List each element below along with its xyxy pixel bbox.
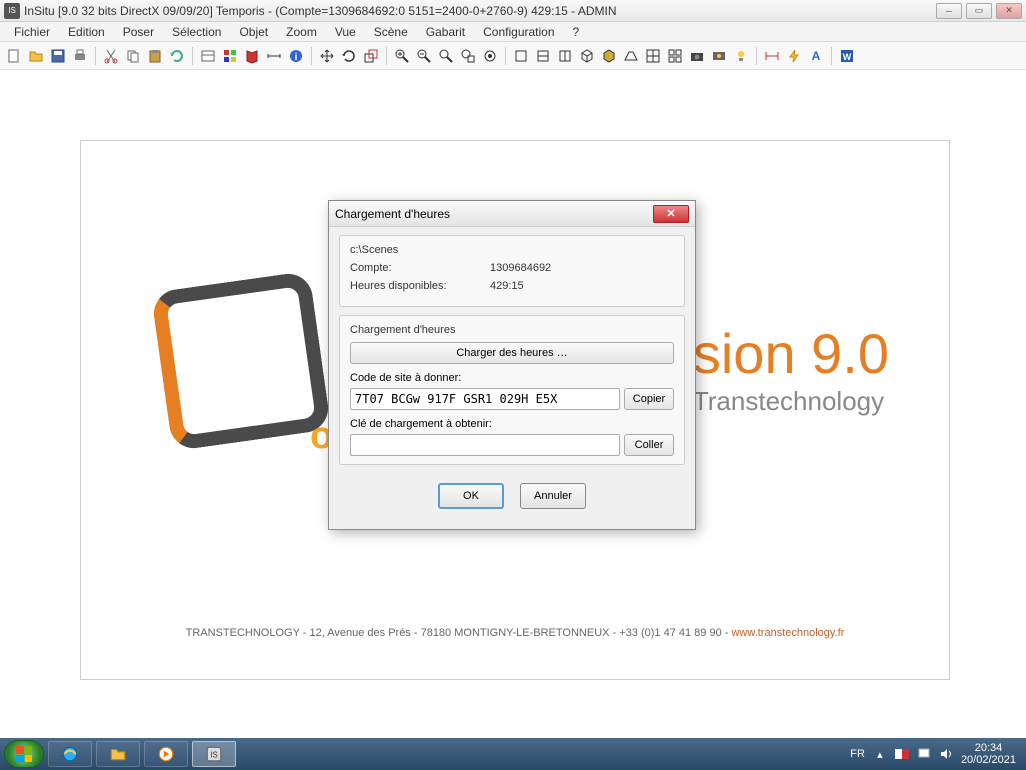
app-icon: IS [4,3,20,19]
tray-flag-icon[interactable] [895,747,909,761]
color-icon[interactable] [220,46,240,66]
clock-time: 20:34 [961,742,1016,754]
light-icon[interactable] [731,46,751,66]
close-button[interactable]: ✕ [996,3,1022,19]
print-icon[interactable] [70,46,90,66]
company-text: Transtechnology [693,386,889,417]
svg-text:IS: IS [210,750,217,759]
flash-icon[interactable] [784,46,804,66]
book-icon[interactable] [242,46,262,66]
taskbar: IS FR ▴ 20:34 20/02/2021 [0,738,1026,770]
compte-value: 1309684692 [490,262,674,274]
code-label: Code de site à donner: [350,372,674,384]
menu-selection[interactable]: Sélection [164,23,229,41]
zoom-all-icon[interactable] [480,46,500,66]
zoom-window-icon[interactable] [458,46,478,66]
cle-label: Clé de chargement à obtenir: [350,418,674,430]
dialog-titlebar[interactable]: Chargement d'heures ✕ [329,201,695,227]
open-icon[interactable] [26,46,46,66]
toolbar: i A W [0,42,1026,70]
version-text: sion 9.0 [693,321,889,386]
taskbar-insitu[interactable]: IS [192,741,236,767]
scale-icon[interactable] [361,46,381,66]
menubar: Fichier Edition Poser Sélection Objet Zo… [0,22,1026,42]
save-icon[interactable] [48,46,68,66]
heures-value: 429:15 [490,280,674,292]
lang-indicator[interactable]: FR [850,748,865,760]
maximize-button[interactable]: ▭ [966,3,992,19]
clock[interactable]: 20:34 20/02/2021 [961,742,1016,766]
minimize-button[interactable]: ─ [936,3,962,19]
taskbar-explorer[interactable] [96,741,140,767]
splash-footer: TRANSTECHNOLOGY - 12, Avenue des Prés - … [81,627,949,639]
code-input[interactable] [350,388,620,410]
menu-scene[interactable]: Scène [366,23,416,41]
heures-label: Heures disponibles: [350,280,490,292]
dialog-chargement: Chargement d'heures ✕ c:\Scenes Compte: … [328,200,696,530]
coller-button[interactable]: Coller [624,434,674,456]
svg-text:i: i [295,52,298,63]
camera-icon[interactable] [687,46,707,66]
start-button[interactable] [4,740,44,768]
svg-text:A: A [812,49,821,63]
logo-shape [161,281,321,441]
footer-text: TRANSTECHNOLOGY - 12, Avenue des Prés - … [186,627,732,639]
new-icon[interactable] [4,46,24,66]
taskbar-ie[interactable] [48,741,92,767]
measure-icon[interactable] [264,46,284,66]
view-wire-icon[interactable] [665,46,685,66]
window-title: InSitu [9.0 32 bits DirectX 09/09/20] Te… [24,4,936,18]
menu-gabarit[interactable]: Gabarit [418,23,473,41]
menu-fichier[interactable]: Fichier [6,23,58,41]
svg-text:W: W [843,52,852,62]
clock-date: 20/02/2021 [961,754,1016,766]
view-side-icon[interactable] [555,46,575,66]
zoom-out-icon[interactable] [414,46,434,66]
view-front-icon[interactable] [533,46,553,66]
zoom-in-icon[interactable] [392,46,412,66]
render-icon[interactable] [709,46,729,66]
menu-edition[interactable]: Edition [60,23,113,41]
menu-configuration[interactable]: Configuration [475,23,562,41]
dialog-title: Chargement d'heures [335,207,653,221]
tray-action-center-icon[interactable] [917,747,931,761]
word-icon[interactable]: W [837,46,857,66]
compte-label: Compte: [350,262,490,274]
info-icon[interactable]: i [286,46,306,66]
titlebar: IS InSitu [9.0 32 bits DirectX 09/09/20]… [0,0,1026,22]
paste-icon[interactable] [145,46,165,66]
view-split-icon[interactable] [643,46,663,66]
menu-objet[interactable]: Objet [231,23,276,41]
content-area: InSi L'ESPACE MAÎTRIS sion 9.0 Transtech… [0,70,1026,738]
move-icon[interactable] [317,46,337,66]
undo-icon[interactable] [167,46,187,66]
path-label: c:\Scenes [350,244,490,256]
menu-help[interactable]: ? [565,23,588,41]
tray-show-hidden-icon[interactable]: ▴ [873,747,887,761]
view-3d-icon[interactable] [577,46,597,66]
menu-poser[interactable]: Poser [115,23,162,41]
tray-volume-icon[interactable] [939,747,953,761]
cut-icon[interactable] [101,46,121,66]
taskbar-media[interactable] [144,741,188,767]
annuler-button[interactable]: Annuler [520,483,586,509]
section-title: Chargement d'heures [350,324,674,336]
rotate-icon[interactable] [339,46,359,66]
view-persp-icon[interactable] [621,46,641,66]
dimension-icon[interactable] [762,46,782,66]
view-top-icon[interactable] [511,46,531,66]
cle-input[interactable] [350,434,620,456]
view-iso-icon[interactable] [599,46,619,66]
zoom-fit-icon[interactable] [436,46,456,66]
copy-icon[interactable] [123,46,143,66]
ok-button[interactable]: OK [438,483,504,509]
dialog-close-button[interactable]: ✕ [653,205,689,223]
catalog-icon[interactable] [198,46,218,66]
charger-button[interactable]: Charger des heures … [350,342,674,364]
copier-button[interactable]: Copier [624,388,674,410]
menu-vue[interactable]: Vue [327,23,364,41]
text-icon[interactable]: A [806,46,826,66]
menu-zoom[interactable]: Zoom [278,23,325,41]
footer-link[interactable]: www.transtechnology.fr [731,627,844,639]
